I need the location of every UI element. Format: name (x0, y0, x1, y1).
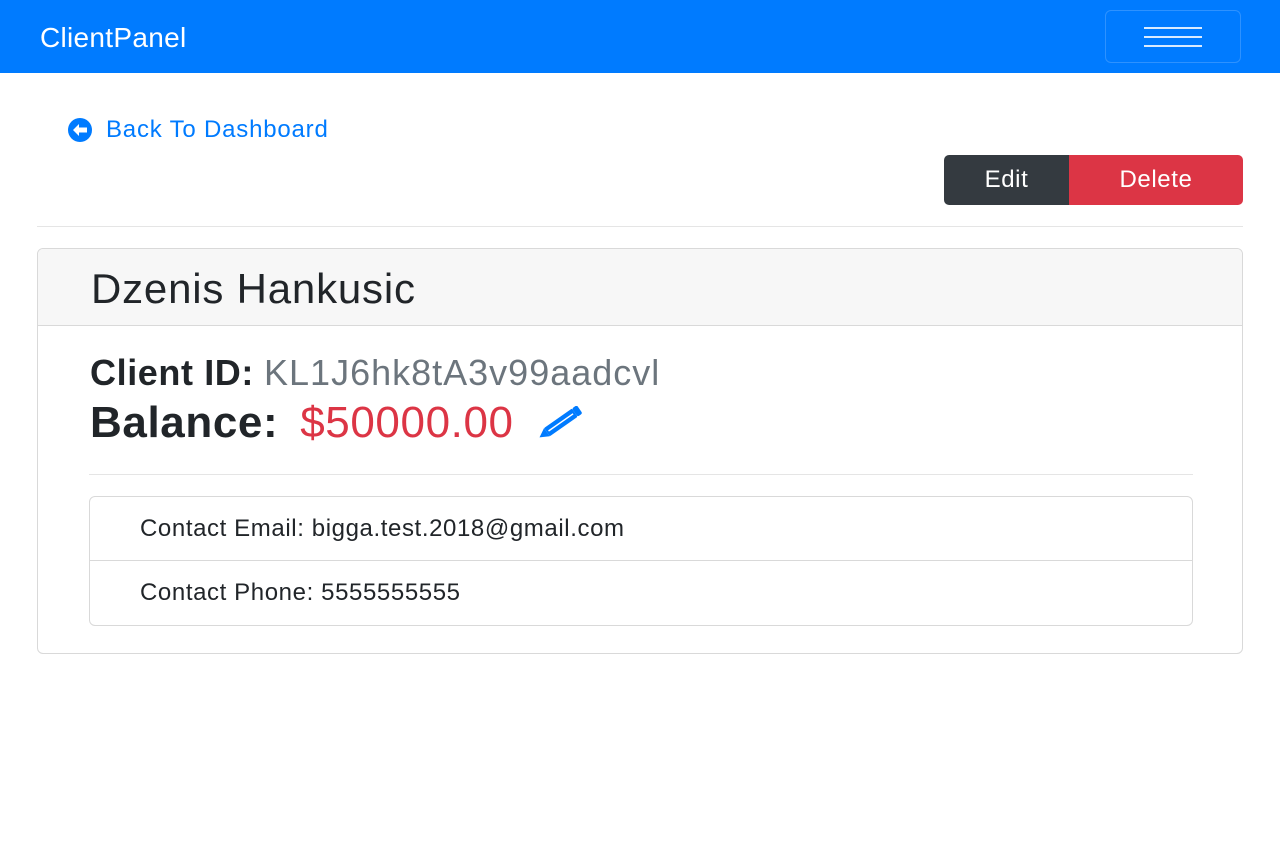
navbar-toggler-button[interactable] (1105, 10, 1241, 63)
balance-value: $50000.00 (300, 398, 514, 447)
contact-phone-label: Contact Phone: (140, 579, 314, 606)
client-id-row: Client ID: KL1J6hk8tA3v99aadcvl (90, 353, 660, 393)
client-id-value: KL1J6hk8tA3v99aadcvl (264, 352, 661, 393)
client-id-label: Client ID: (90, 352, 254, 393)
client-name: Dzenis Hankusic (91, 265, 416, 312)
contact-phone-value: 5555555555 (321, 579, 461, 606)
arrow-circle-left-icon (68, 118, 106, 142)
contact-email-item: Contact Email: bigga.test.2018@gmail.com (90, 497, 1192, 561)
brand-link[interactable]: ClientPanel (40, 20, 187, 56)
balance-label: Balance: (90, 398, 279, 447)
back-link-label: Back To Dashboard (106, 116, 329, 143)
pencil-icon[interactable] (532, 403, 590, 443)
delete-button[interactable]: Delete (1069, 155, 1243, 205)
contact-phone-item: Contact Phone: 5555555555 (90, 561, 1192, 625)
edit-button[interactable]: Edit (944, 155, 1069, 205)
back-to-dashboard-link[interactable]: Back To Dashboard (68, 115, 329, 145)
hamburger-icon (1144, 27, 1202, 47)
balance-row: Balance: $50000.00 (90, 399, 590, 447)
contact-list: Contact Email: bigga.test.2018@gmail.com… (89, 496, 1193, 626)
contact-email-label: Contact Email: (140, 514, 305, 542)
client-details-card: Dzenis Hankusic Client ID: KL1J6hk8tA3v9… (37, 248, 1243, 654)
navbar: ClientPanel (0, 0, 1280, 73)
action-button-group: Edit Delete (944, 155, 1243, 205)
card-header: Dzenis Hankusic (38, 249, 1242, 326)
contact-email-value: bigga.test.2018@gmail.com (311, 514, 625, 542)
divider (37, 226, 1243, 227)
divider (89, 474, 1193, 475)
